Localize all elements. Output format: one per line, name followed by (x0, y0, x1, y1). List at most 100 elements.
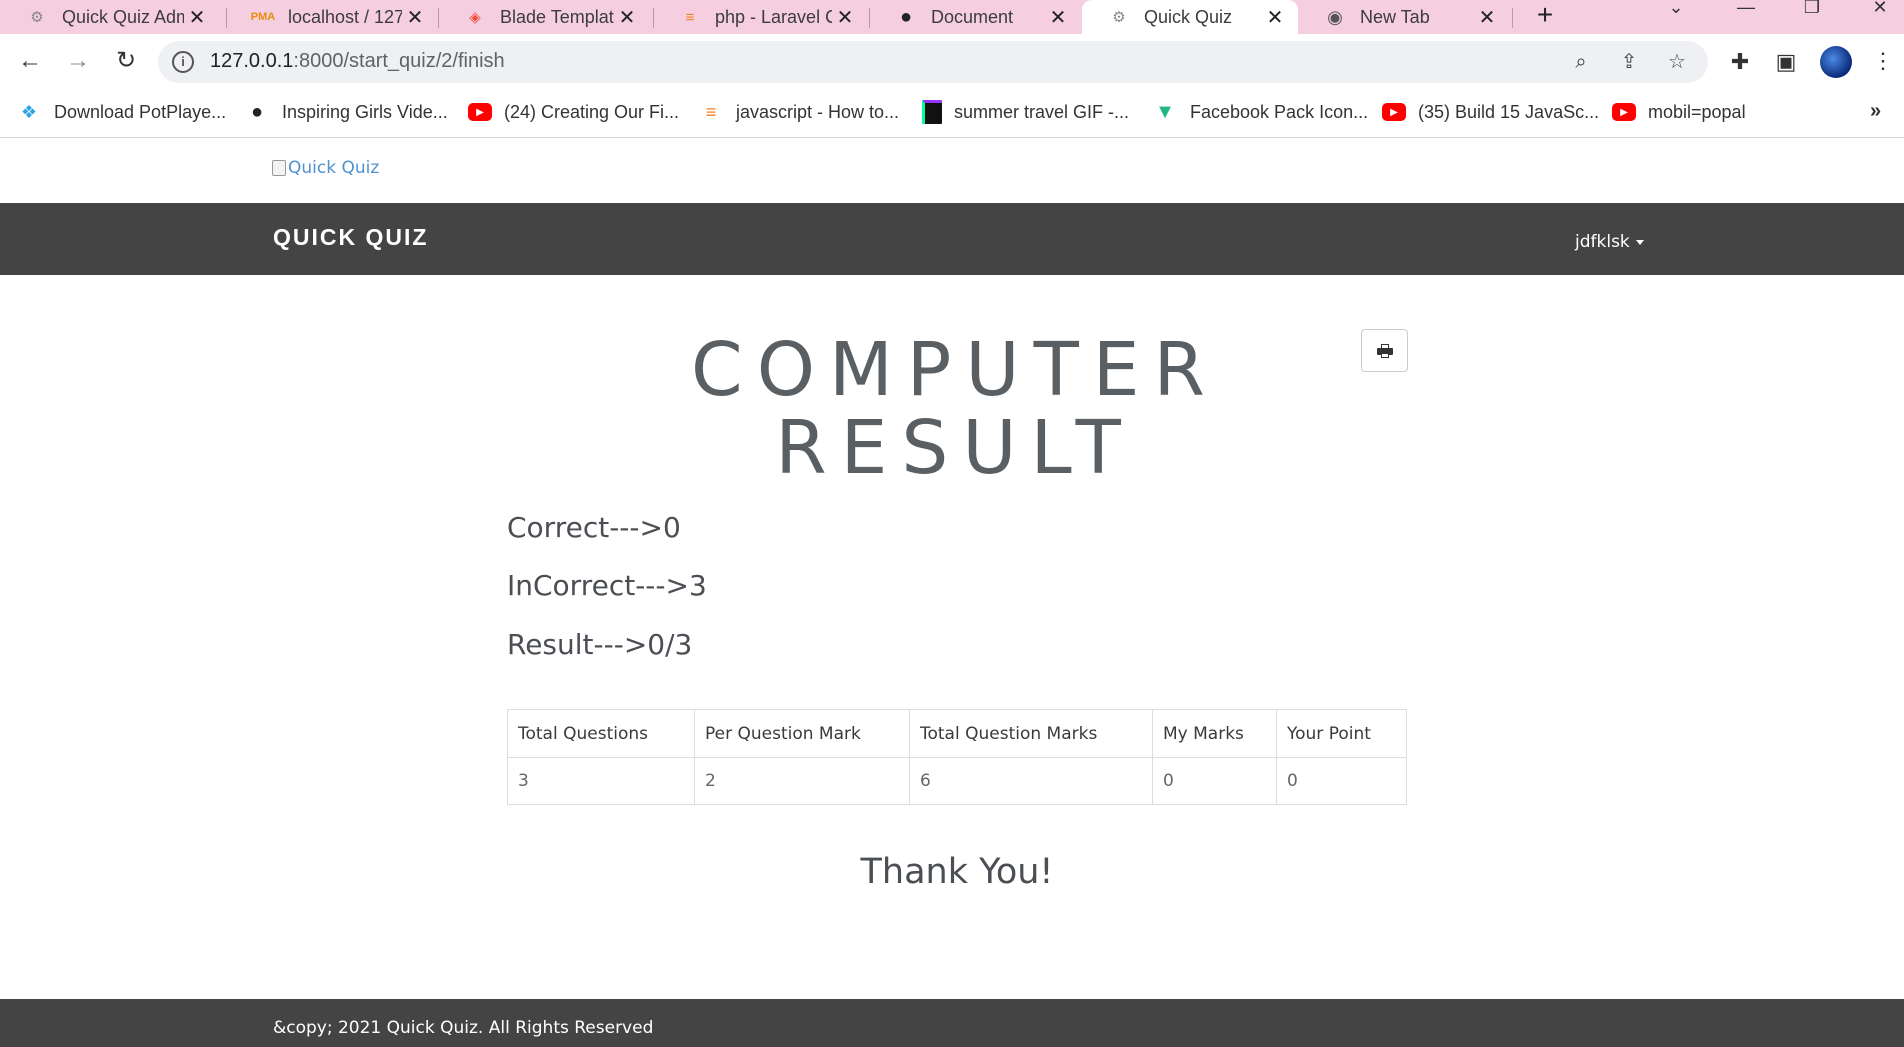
back-icon[interactable]: ← (14, 46, 46, 78)
profile-avatar[interactable] (1820, 46, 1852, 78)
print-button[interactable] (1361, 329, 1408, 372)
quiz-icon: ⚙ (1112, 9, 1126, 26)
header-total-questions: Total Questions (507, 709, 695, 758)
close-icon[interactable]: ✕ (1045, 5, 1071, 30)
more-menu-icon[interactable]: ⋮ (1872, 46, 1894, 78)
cell-your-point: 0 (1276, 757, 1407, 805)
close-icon[interactable]: ✕ (1474, 5, 1500, 30)
youtube-icon: ▶ (468, 103, 492, 121)
cell-my-marks: 0 (1152, 757, 1277, 805)
page-content: Quick Quiz QUICK QUIZ jdfklsk COMPUTER R… (0, 139, 1904, 1047)
tab-document[interactable]: ● Document ✕ (869, 0, 1081, 34)
bookmark-label: summer travel GIF -... (954, 101, 1130, 122)
header-per-question-mark: Per Question Mark (694, 709, 910, 758)
result-table: Total Questions Per Question Mark Total … (507, 709, 1407, 805)
printer-icon (1376, 343, 1393, 358)
header-your-point: Your Point (1276, 709, 1407, 758)
bookmark-item[interactable]: ● Inspiring Girls Vide... (244, 98, 448, 126)
vector-icon: ▼ (1155, 100, 1175, 123)
share-icon[interactable]: ⇪ (1616, 49, 1642, 75)
bookmark-label: (35) Build 15 JavaSc... (1418, 101, 1600, 122)
window-close-icon[interactable]: ✕ (1860, 0, 1900, 20)
reload-icon[interactable]: ↻ (110, 46, 142, 78)
potplayer-icon: ❖ (20, 101, 38, 122)
bookmark-label: Download PotPlaye... (54, 101, 227, 122)
tab-separator (1512, 8, 1513, 28)
thank-you-message: Thank You! (860, 852, 1054, 892)
caret-down-icon (1635, 239, 1644, 245)
bookmarks-overflow-icon[interactable]: » (1870, 100, 1881, 123)
tab-new-tab[interactable]: ◉ New Tab ✕ (1298, 0, 1510, 34)
quiz-icon: ⚙ (30, 9, 44, 26)
close-icon[interactable]: ✕ (1262, 5, 1288, 30)
tab-title: New Tab (1360, 6, 1430, 27)
table-row: 3 2 6 0 0 (507, 757, 1407, 805)
bookmark-item[interactable]: ▶ (35) Build 15 JavaSc... (1382, 98, 1599, 126)
bookmark-label: Facebook Pack Icon... (1190, 101, 1369, 122)
restore-icon[interactable]: ❐ (1792, 0, 1832, 20)
side-panel-icon[interactable]: ▣ (1770, 46, 1802, 78)
laravel-icon: ◈ (469, 9, 481, 26)
bookmark-item[interactable]: ❖ Download PotPlaye... (16, 98, 226, 126)
tab-search-icon[interactable]: ⌄ (1656, 0, 1696, 20)
site-logo[interactable]: Quick Quiz (272, 158, 379, 178)
minimize-icon[interactable]: — (1726, 0, 1766, 20)
zoom-icon[interactable]: ⌕ (1568, 49, 1594, 75)
globe-icon: ● (899, 5, 913, 28)
bookmark-star-icon[interactable]: ☆ (1664, 49, 1690, 75)
stackoverflow-icon: ≡ (685, 8, 695, 26)
tab-strip: ⚙ Quick Quiz Admin ✕ PMA localhost / 127… (0, 0, 1904, 34)
close-icon[interactable]: ✕ (832, 5, 858, 30)
header-my-marks: My Marks (1152, 709, 1277, 758)
tab-quick-quiz[interactable]: ⚙ Quick Quiz ✕ (1082, 0, 1298, 34)
url-text[interactable]: 127.0.0.1:8000/start_quiz/2/finish (210, 50, 505, 73)
correct-count: Correct--->0 (507, 511, 681, 544)
extensions-icon[interactable]: ✚ (1724, 46, 1756, 78)
youtube-icon: ▶ (1382, 103, 1406, 121)
site-navbar: QUICK QUIZ jdfklsk (0, 203, 1904, 275)
stackoverflow-icon: ≡ (705, 101, 717, 122)
url-host: 127.0.0.1 (210, 50, 294, 72)
table-header-row: Total Questions Per Question Mark Total … (507, 709, 1407, 758)
title-line-subject: COMPUTER (691, 327, 1219, 413)
tab-title: Document (931, 6, 1014, 27)
page-title: COMPUTER RESULT (640, 331, 1270, 487)
tab-blade-templates[interactable]: ◈ Blade Templates ✕ (438, 0, 650, 34)
tab-quick-quiz-admin[interactable]: ⚙ Quick Quiz Admin ✕ (0, 0, 220, 34)
address-bar[interactable]: i 127.0.0.1:8000/start_quiz/2/finish ⌕ ⇪… (158, 41, 1708, 83)
bookmark-item[interactable]: summer travel GIF -... (922, 98, 1129, 126)
tab-phpmyadmin[interactable]: PMA localhost / 127.0.0.1 ✕ (226, 0, 438, 34)
bookmark-item[interactable]: ▼ Facebook Pack Icon... (1152, 98, 1368, 126)
brand-link[interactable]: QUICK QUIZ (273, 224, 428, 251)
result-score: Result--->0/3 (507, 628, 693, 661)
phpmyadmin-icon: PMA (250, 11, 276, 23)
tab-title: php - Laravel C (715, 6, 832, 27)
title-line-result: RESULT (775, 405, 1135, 491)
browser-toolbar: ← → ↻ i 127.0.0.1:8000/start_quiz/2/fini… (0, 34, 1904, 88)
giphy-icon (922, 100, 942, 124)
site-footer: &copy; 2021 Quick Quiz. All Rights Reser… (0, 999, 1904, 1047)
url-path: :8000/start_quiz/2/finish (293, 50, 505, 72)
globe-icon: ● (250, 100, 264, 123)
close-icon[interactable]: ✕ (402, 5, 428, 30)
user-dropdown[interactable]: jdfklsk (1575, 232, 1644, 252)
bookmark-item[interactable]: ▶ (24) Creating Our Fi... (468, 98, 679, 126)
tab-title: Quick Quiz (1144, 6, 1233, 27)
header-total-question-marks: Total Question Marks (909, 709, 1153, 758)
close-icon[interactable]: ✕ (614, 5, 640, 30)
site-info-icon[interactable]: i (172, 51, 194, 73)
forward-icon[interactable]: → (62, 46, 94, 78)
new-tab-button[interactable]: + (1530, 0, 1560, 34)
copyright-text: &copy; 2021 Quick Quiz. All Rights Reser… (273, 1018, 654, 1038)
tab-php-laravel[interactable]: ≡ php - Laravel C ✕ (653, 0, 868, 34)
tab-title: Quick Quiz Admin (62, 6, 184, 27)
bookmark-item[interactable]: ▶ mobil=popal (1612, 98, 1746, 126)
incorrect-count: InCorrect--->3 (507, 569, 707, 602)
chrome-icon: ◉ (1327, 6, 1343, 27)
bookmark-label: (24) Creating Our Fi... (504, 101, 680, 122)
bookmark-label: mobil=popal (1648, 101, 1746, 122)
logo-alt-text: Quick Quiz (288, 158, 380, 178)
close-icon[interactable]: ✕ (184, 5, 210, 30)
bookmark-item[interactable]: ≡ javascript - How to... (698, 98, 899, 126)
tab-title: Blade Templates (500, 6, 614, 27)
